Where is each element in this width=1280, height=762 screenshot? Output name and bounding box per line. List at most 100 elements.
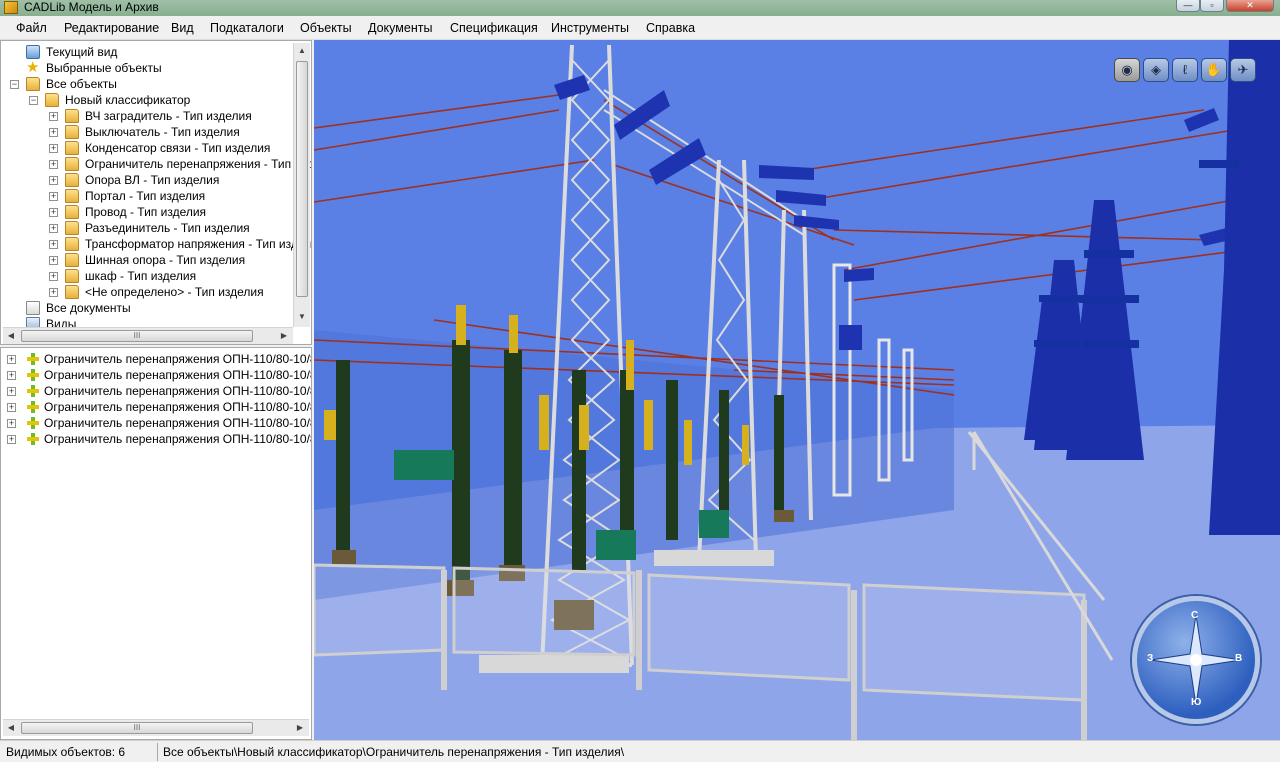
object-label: Ограничитель перенапряжения ОПН-110/80-1… [44,432,312,446]
tree-item-all-objects[interactable]: − Все объекты [1,76,291,92]
folder-icon [65,189,79,203]
menu-specification[interactable]: Спецификация [450,21,538,35]
tree-item-selected-objects[interactable]: ★ Выбранные объекты [1,60,291,76]
tree-item-all-documents[interactable]: Все документы [1,300,291,316]
folder-icon [65,269,79,283]
menu-file[interactable]: Файл [16,21,47,35]
maximize-button[interactable]: ▫ [1200,0,1224,12]
tree-item-class[interactable]: + Шинная опора - Тип изделия [1,252,291,268]
expand-icon[interactable]: + [49,112,58,121]
scroll-thumb[interactable]: III [21,722,253,734]
menu-edit[interactable]: Редактирование [64,21,159,35]
fly-plane-icon[interactable]: ✈ [1230,58,1256,82]
current-view-icon [26,45,40,59]
tree-item-label: Новый классификатор [65,93,191,107]
menu-documents[interactable]: Документы [368,21,432,35]
tree-item-class-selected[interactable]: + Ограничитель перенапряжения - Тип изд [1,156,311,172]
tree-item-class[interactable]: + Портал - Тип изделия [1,188,291,204]
tree-item-label: Конденсатор связи - Тип изделия [85,141,271,155]
tree-vertical-scrollbar[interactable]: ▲ ▼ [293,43,310,327]
folder-icon [65,141,79,155]
scroll-right-icon[interactable]: ▶ [292,720,308,736]
minimize-button[interactable]: — [1176,0,1200,12]
folder-icon [65,237,79,251]
tree-item-class[interactable]: + Разъединитель - Тип изделия [1,220,291,236]
close-button[interactable]: ✕ [1226,0,1274,12]
list-item[interactable]: + Ограничитель перенапряжения ОПН-110/80… [5,399,311,415]
objects-horizontal-scrollbar[interactable]: ◀ III ▶ [3,719,309,736]
expand-icon[interactable]: + [49,272,58,281]
object-label: Ограничитель перенапряжения ОПН-110/80-1… [44,416,312,430]
tree-horizontal-scrollbar[interactable]: ◀ III ▶ [3,327,293,344]
list-item[interactable]: + Ограничитель перенапряжения ОПН-110/80… [5,431,312,447]
expand-icon[interactable]: + [49,224,58,233]
scroll-up-icon[interactable]: ▲ [294,43,310,59]
collapse-icon[interactable]: − [10,80,19,89]
menu-tools[interactable]: Инструменты [551,21,629,35]
tree-item-class[interactable]: + шкаф - Тип изделия [1,268,291,284]
expand-icon[interactable]: + [49,208,58,217]
scroll-thumb[interactable] [296,61,308,297]
expand-icon[interactable]: + [7,435,16,444]
menu-subcatalogs[interactable]: Подкаталоги [210,21,284,35]
expand-icon[interactable]: + [49,288,58,297]
list-item[interactable]: + Ограничитель перенапряжения ОПН-110/80… [5,415,312,431]
orbit-eye-icon[interactable]: ◉ [1114,58,1140,82]
object-label: Ограничитель перенапряжения ОПН-110/80-1… [44,384,312,398]
tree-item-label: Все объекты [46,77,117,91]
object-icon [27,433,39,445]
scroll-down-icon[interactable]: ▼ [294,309,310,325]
expand-icon[interactable]: + [49,192,58,201]
expand-icon[interactable]: + [7,419,16,428]
tree-item-label: Портал - Тип изделия [85,189,206,203]
tree-item-class[interactable]: + Трансформатор напряжения - Тип издел [1,236,311,252]
catalog-tree[interactable]: Текущий вид ★ Выбранные объекты − Все об… [0,40,312,345]
tree-item-class[interactable]: + Конденсатор связи - Тип изделия [1,140,291,156]
scroll-right-icon[interactable]: ▶ [276,328,292,344]
expand-icon[interactable]: + [49,128,58,137]
compass-widget[interactable]: С Ю В З [1132,596,1260,724]
menu-objects[interactable]: Объекты [300,21,352,35]
pan-hand-icon[interactable]: ✋ [1201,58,1227,82]
expand-icon[interactable]: + [49,176,58,185]
tree-item-label: Текущий вид [46,45,118,59]
expand-icon[interactable]: + [7,403,16,412]
menu-help[interactable]: Справка [646,21,695,35]
look-around-icon[interactable]: ℓ [1172,58,1198,82]
zoom-frame-icon[interactable]: ◈ [1143,58,1169,82]
expand-icon[interactable]: + [49,160,58,169]
expand-icon[interactable]: + [49,240,58,249]
expand-icon[interactable]: + [7,355,16,364]
visible-objects-count: Видимых объектов: 6 [6,745,126,759]
tree-item-class[interactable]: + ВЧ заградитель - Тип изделия [1,108,291,124]
list-item[interactable]: + Ограничитель перенапряжения ОПН-110/80… [5,351,312,367]
documents-icon [26,301,40,315]
tree-item-class[interactable]: + Провод - Тип изделия [1,204,291,220]
tree-item-class[interactable]: + <Не определено> - Тип изделия [1,284,291,300]
model-3d-viewport[interactable]: ◉ ◈ ℓ ✋ ✈ С Ю В З [314,40,1280,740]
tree-item-new-classifier[interactable]: − Новый классификатор [1,92,291,108]
expand-icon[interactable]: + [49,144,58,153]
expand-icon[interactable]: + [49,256,58,265]
status-bar: Видимых объектов: 6 Все объекты\Новый кл… [0,740,1280,762]
tree-item-current-view[interactable]: Текущий вид [1,44,291,60]
window-title: CADLib Модель и Архив [24,0,159,14]
objects-list[interactable]: + Ограничитель перенапряжения ОПН-110/80… [0,347,312,740]
compass-west: З [1147,653,1154,664]
list-item[interactable]: + Ограничитель перенапряжения ОПН-110/80… [5,383,312,399]
menu-view[interactable]: Вид [171,21,194,35]
scroll-left-icon[interactable]: ◀ [3,720,19,736]
object-label: Ограничитель перенапряжения ОПН-110/80-1… [44,352,312,366]
tree-item-label: Все документы [46,301,131,315]
list-item[interactable]: + Ограничитель перенапряжения ОПН-110/80… [5,367,311,383]
tree-item-class[interactable]: + Выключатель - Тип изделия [1,124,291,140]
scroll-thumb[interactable]: III [21,330,253,342]
scroll-left-icon[interactable]: ◀ [3,328,19,344]
menu-bar: Файл Редактирование Вид Подкаталоги Объе… [0,16,1280,40]
expand-icon[interactable]: + [7,371,16,380]
folder-icon [65,221,79,235]
collapse-icon[interactable]: − [29,96,38,105]
object-icon [27,353,39,365]
expand-icon[interactable]: + [7,387,16,396]
tree-item-class[interactable]: + Опора ВЛ - Тип изделия [1,172,291,188]
